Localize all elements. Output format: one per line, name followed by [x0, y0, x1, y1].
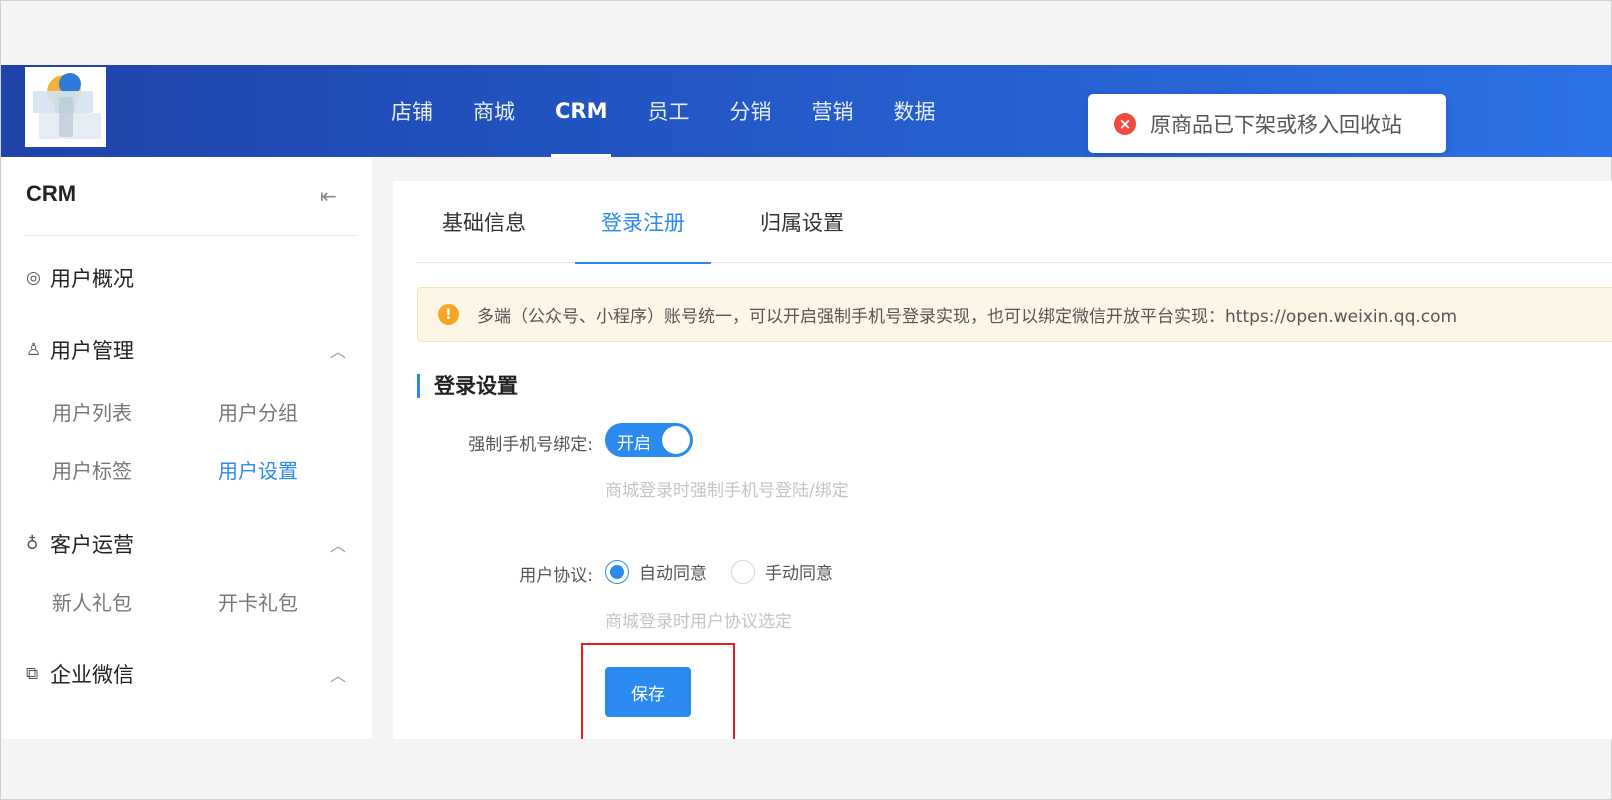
sidebar-group-user-manage[interactable]: ♙ 用户管理 ︿ [26, 335, 346, 365]
brand-logo[interactable] [25, 67, 106, 147]
wechat-work-icon: ⧉ [26, 664, 39, 684]
nav-mall[interactable]: 商城 [453, 65, 535, 157]
chevron-up-icon: ︿ [329, 342, 346, 361]
chevron-up-icon: ︿ [329, 666, 346, 685]
tab-basic-info[interactable]: 基础信息 [431, 181, 537, 263]
nav-crm[interactable]: CRM [535, 65, 627, 157]
main-content: 基础信息 登录注册 归属设置 ! 多端（公众号、小程序）账号统一，可以开启强制手… [393, 181, 1612, 739]
sidebar-item-card-gift[interactable]: 开卡礼包 [218, 587, 298, 616]
sidebar-item-user-tags[interactable]: 用户标签 [52, 455, 132, 484]
force-phone-toggle[interactable]: 开启 [605, 423, 693, 457]
sidebar: CRM ⇤ ◎ 用户概况 ♙ 用户管理 ︿ 用户列表 用户分组 用户标签 用户设… [2, 157, 372, 739]
nav-distribution[interactable]: 分销 [709, 65, 791, 157]
user-overview-icon: ◎ [26, 268, 41, 288]
sidebar-group-user-overview[interactable]: ◎ 用户概况 [26, 263, 346, 293]
radio-checked-icon [605, 559, 629, 584]
sidebar-title: CRM [26, 181, 77, 206]
sidebar-group-label: 用户管理 [50, 339, 134, 363]
sidebar-item-newcomer-gift[interactable]: 新人礼包 [52, 587, 132, 616]
sidebar-group-label: 企业微信 [50, 663, 134, 687]
error-circle-icon: × [1114, 112, 1136, 135]
sidebar-item-user-settings[interactable]: 用户设置 [218, 455, 298, 484]
agreement-hint: 商城登录时用户协议选定 [605, 612, 792, 632]
radio-manual-agree[interactable]: 手动同意 [731, 559, 833, 584]
sidebar-item-user-list[interactable]: 用户列表 [52, 397, 132, 426]
chevron-up-icon: ︿ [329, 536, 346, 555]
info-alert: ! 多端（公众号、小程序）账号统一，可以开启强制手机号登录实现，也可以绑定微信开… [417, 287, 1612, 342]
sidebar-group-label: 用户概况 [50, 267, 134, 291]
toast-message: 原商品已下架或移入回收站 [1150, 112, 1402, 137]
nav-marketing[interactable]: 营销 [791, 65, 873, 157]
toggle-knob [662, 426, 690, 454]
nav-staff[interactable]: 员工 [627, 65, 709, 157]
nav-data[interactable]: 数据 [873, 65, 955, 157]
user-manage-icon: ♙ [26, 340, 42, 360]
sidebar-item-user-group[interactable]: 用户分组 [218, 397, 298, 426]
app-window: 店铺 商城 CRM 员工 分销 营销 数据 × 原商品已下架或移入回收站 CRM… [0, 0, 1612, 800]
sidebar-group-customer-ops[interactable]: ♁ 客户运营 ︿ [26, 529, 346, 559]
error-toast: × 原商品已下架或移入回收站 [1088, 94, 1446, 153]
save-button[interactable]: 保存 [605, 667, 691, 717]
radio-unchecked-icon [731, 559, 755, 584]
tab-ownership-settings[interactable]: 归属设置 [749, 181, 855, 263]
force-phone-hint: 商城登录时强制手机号登陆/绑定 [605, 481, 849, 501]
tab-bar: 基础信息 登录注册 归属设置 [417, 181, 1612, 264]
radio-label: 自动同意 [639, 564, 707, 584]
agreement-label: 用户协议: [519, 566, 593, 586]
tab-login-register[interactable]: 登录注册 [575, 181, 711, 264]
force-phone-label: 强制手机号绑定: [468, 435, 593, 455]
toggle-text: 开启 [617, 434, 651, 454]
sidebar-divider [24, 235, 356, 236]
main-nav: 店铺 商城 CRM 员工 分销 营销 数据 [371, 65, 955, 157]
customer-ops-icon: ♁ [26, 534, 39, 554]
radio-auto-agree[interactable]: 自动同意 [605, 559, 707, 584]
nav-store[interactable]: 店铺 [371, 65, 453, 157]
section-title: 登录设置 [417, 374, 518, 398]
sidebar-group-wechat-work[interactable]: ⧉ 企业微信 ︿ [26, 659, 346, 689]
sidebar-group-label: 客户运营 [50, 533, 134, 557]
radio-label: 手动同意 [765, 564, 833, 584]
alert-text: 多端（公众号、小程序）账号统一，可以开启强制手机号登录实现，也可以绑定微信开放平… [477, 307, 1458, 327]
warning-icon: ! [438, 304, 459, 325]
collapse-sidebar-icon[interactable]: ⇤ [320, 184, 337, 208]
